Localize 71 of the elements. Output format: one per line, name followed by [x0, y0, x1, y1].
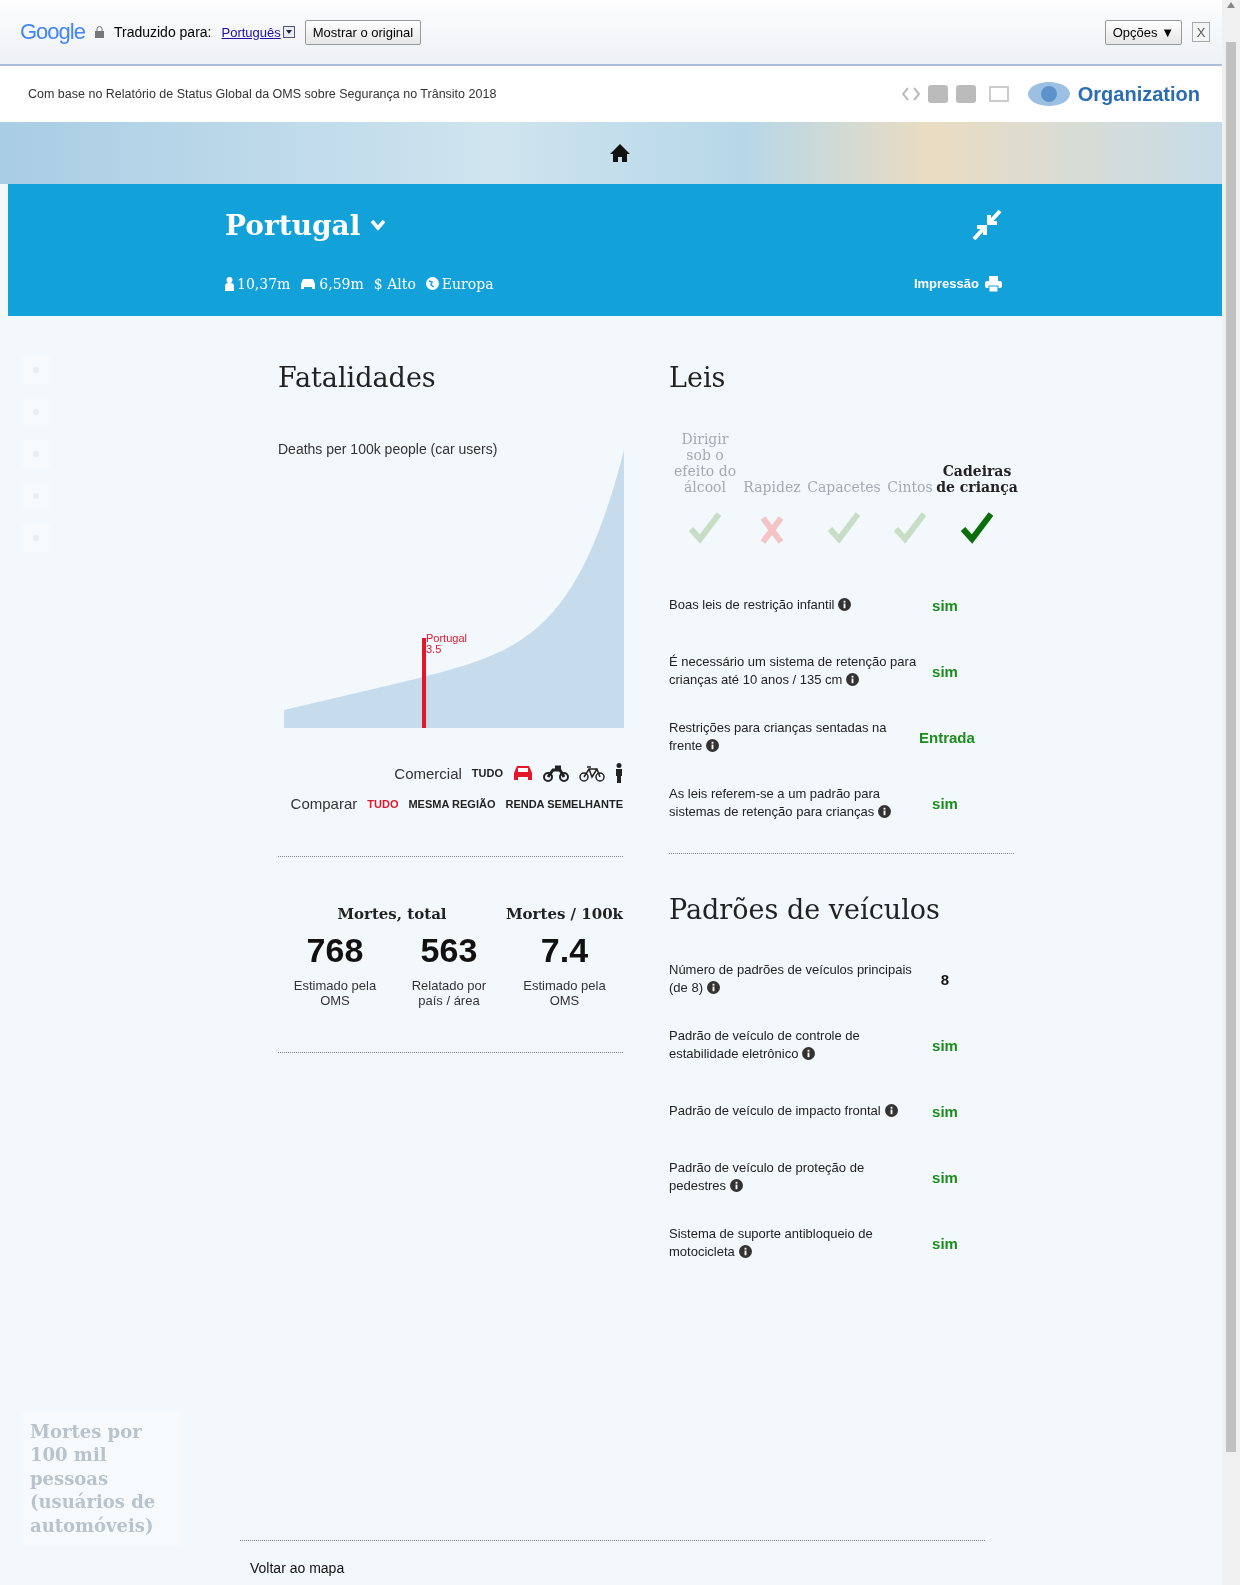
globe-emblem-icon [1025, 81, 1072, 107]
standard-value: sim [931, 1234, 959, 1252]
stat-value: 7.4 [539, 931, 590, 970]
standard-value: sim [931, 1102, 959, 1120]
car-icon [300, 277, 317, 290]
lock-icon [94, 26, 104, 38]
country-stat: 10,37m [237, 275, 291, 292]
dropdown-icon[interactable] [282, 26, 295, 38]
chart-title: Deaths per 100k people (car users) [278, 441, 498, 457]
mode-option[interactable] [615, 763, 623, 783]
standard-text: Padrão de veículo de controle de estabilidade eletrônico [669, 1026, 861, 1063]
standard-text: Padrão de veículo de proteção de pedestres [669, 1158, 866, 1195]
bicycle-icon [579, 764, 605, 782]
stat-caption: Estimado pela OMS [292, 978, 378, 1008]
person-icon [615, 763, 623, 783]
language-link[interactable]: Português [221, 24, 281, 40]
standard-value: sim [931, 1168, 959, 1186]
stat-heading: Mortes / 100k [505, 905, 623, 923]
person-icon [225, 276, 234, 291]
show-original-button[interactable]: Mostrar o original [304, 19, 422, 45]
chart-marker-label: Portugal 3.5 [426, 633, 467, 655]
law-text: É necessário um sistema de retenção para crianças até 10 anos / 135 cm [669, 652, 918, 689]
law-value: sim [931, 662, 959, 680]
options-button[interactable]: Opções ▼ [1104, 19, 1182, 45]
scrollbar[interactable] [1222, 0, 1240, 1585]
stat-value: 768 [305, 931, 365, 970]
standard-text: Sistema de suporte antibloqueio de motocicleta [669, 1224, 874, 1261]
compare-label: Comparar [290, 795, 358, 812]
law-category-tab[interactable]: Cadeiras de criança [935, 463, 1019, 495]
country-stat: 6,59m [319, 275, 364, 292]
section-title: Fatalidades [278, 362, 437, 393]
standard-text: Número de padrões de veículos principais (de 8) [669, 960, 913, 997]
back-to-map-link[interactable]: Voltar ao mapa [250, 1560, 345, 1576]
law-text: Restrições para crianças sentadas na frente [669, 718, 888, 755]
standard-value: 8 [939, 970, 951, 988]
translated-label: Traduzido para: [113, 24, 212, 40]
mode-option[interactable] [579, 764, 605, 782]
section-title: Leis [669, 362, 727, 393]
law-value: sim [931, 794, 959, 812]
globe-icon [425, 277, 439, 290]
car-icon [513, 765, 533, 781]
motorcycle-icon [543, 764, 569, 782]
compare-option[interactable]: TUDO [367, 797, 399, 810]
stat-value: 563 [419, 931, 479, 970]
scroll-up-icon[interactable] [1226, 0, 1236, 10]
country-stat: Europa [441, 275, 494, 292]
chevron-down-icon[interactable] [370, 219, 387, 231]
legend-title: Mortes por 100 mil pessoas (usuários de automóveis) [22, 1412, 182, 1545]
country-stat: $ Alto [373, 275, 416, 292]
home-icon[interactable] [610, 143, 630, 163]
standard-value: sim [931, 1036, 959, 1054]
collapse-icon[interactable] [972, 208, 1002, 241]
law-text: Boas leis de restrição infantil [669, 595, 919, 615]
stat-caption: Relatado por país / área [410, 978, 488, 1008]
organization-name: Organization [1077, 82, 1200, 106]
mode-option[interactable]: TUDO [471, 767, 503, 779]
section-title: Padrões de veículos [669, 894, 941, 925]
google-logo: Google [20, 19, 85, 45]
standard-text: Padrão de veículo de impacto frontal [669, 1101, 919, 1121]
stat-caption: Estimado pela OMS [522, 978, 607, 1008]
stat-heading: Mortes, total [336, 905, 448, 923]
law-text: As leis referem-se a um padrão para sistemas de retenção para crianças [669, 784, 919, 822]
source-note: Com base no Relatório de Status Global da OMS sobre Segurança no Trânsito 2018 [28, 87, 497, 101]
law-value: Entrada [919, 728, 976, 746]
compare-option[interactable]: RENDA SEMELHANTE [505, 797, 623, 810]
law-value: sim [931, 596, 959, 614]
mode-label: Comercial [394, 764, 462, 782]
compare-option[interactable]: MESMA REGIÃO [408, 797, 496, 810]
close-button[interactable]: X [1192, 22, 1210, 42]
printer-icon[interactable] [985, 275, 1002, 292]
mode-option[interactable] [543, 764, 569, 782]
